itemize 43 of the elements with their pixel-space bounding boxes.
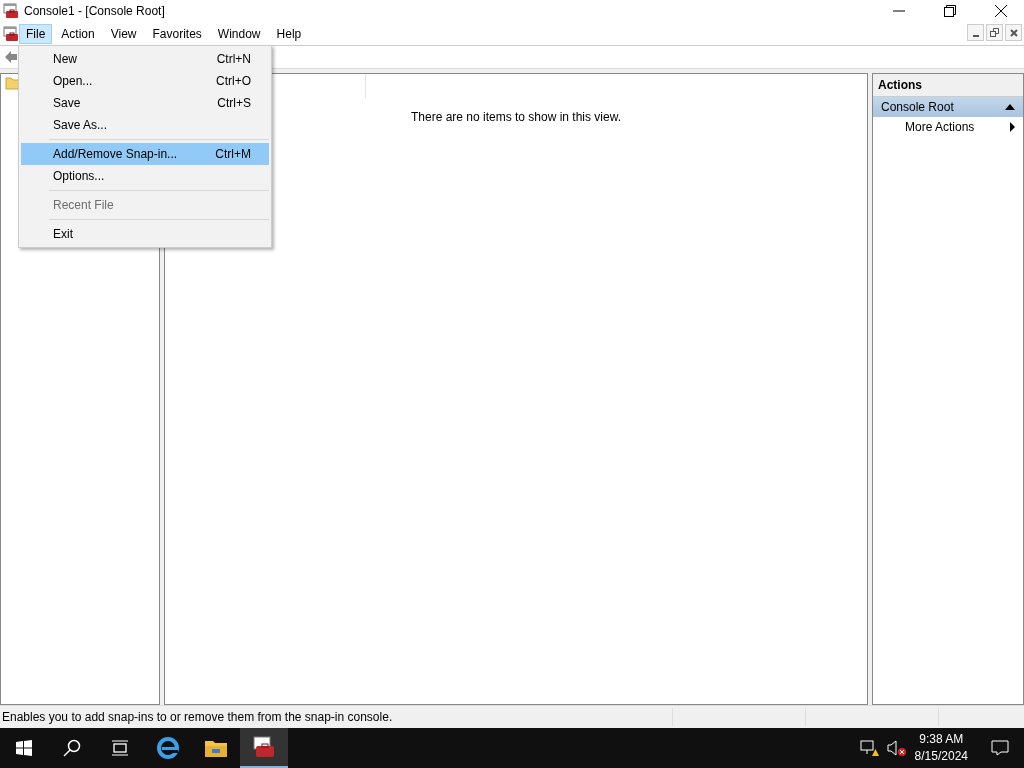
menu-item[interactable]: Action	[54, 23, 102, 44]
menu-option[interactable]: New Ctrl+N	[21, 48, 269, 70]
browser-icon	[156, 736, 180, 760]
actions-section-header[interactable]: Console Root	[873, 97, 1023, 117]
search-icon	[63, 739, 81, 757]
submenu-arrow-icon	[1010, 122, 1015, 132]
status-text: Enables you to add snap-ins to or remove them from the snap-in console.	[1, 710, 394, 724]
restore-icon	[944, 5, 956, 17]
child-minimize-button[interactable]	[967, 24, 984, 41]
windows-logo-icon	[16, 740, 32, 756]
close-icon	[995, 5, 1007, 17]
menu-item[interactable]: Help	[269, 23, 309, 44]
app-icon	[3, 3, 19, 19]
menu-option[interactable]: Exit	[21, 223, 269, 245]
empty-message: There are no items to show in this view.	[410, 110, 622, 124]
menu-item[interactable]: File	[19, 23, 53, 44]
child-restore-button[interactable]	[986, 24, 1003, 41]
menu-option[interactable]: Save As...	[21, 114, 269, 136]
task-view-icon	[111, 740, 129, 756]
folder-icon	[204, 738, 228, 758]
menu-item[interactable]: View	[103, 23, 144, 44]
collapse-triangle-icon	[1005, 104, 1015, 110]
menu-option[interactable]: Add/Remove Snap-in... Ctrl+M	[21, 143, 269, 165]
menu-option[interactable]: Options...	[21, 165, 269, 187]
close-icon	[1009, 28, 1018, 37]
restore-icon	[990, 28, 999, 37]
action-item[interactable]: More Actions	[873, 117, 1023, 137]
console-icon	[252, 736, 276, 758]
speech-bubble-icon	[991, 740, 1009, 756]
console-taskbar-button[interactable]	[240, 728, 288, 768]
clock[interactable]: 9:38 AM 8/15/2024	[906, 731, 976, 765]
network-warning-icon[interactable]	[858, 739, 879, 757]
menu-option[interactable]: Open... Ctrl+O	[21, 70, 269, 92]
back-arrow-icon[interactable]	[4, 50, 18, 64]
console-icon	[3, 25, 19, 42]
muted-speaker-icon[interactable]	[886, 739, 907, 757]
window-title: Console1 - [Console Root]	[24, 4, 166, 18]
menu-item[interactable]: Favorites	[145, 23, 209, 44]
child-close-button[interactable]	[1005, 24, 1022, 41]
actions-header: Actions	[873, 74, 1023, 97]
minimize-icon	[972, 34, 979, 37]
menu-item[interactable]: Window	[210, 23, 268, 44]
menu-option[interactable]: Save Ctrl+S	[21, 92, 269, 114]
